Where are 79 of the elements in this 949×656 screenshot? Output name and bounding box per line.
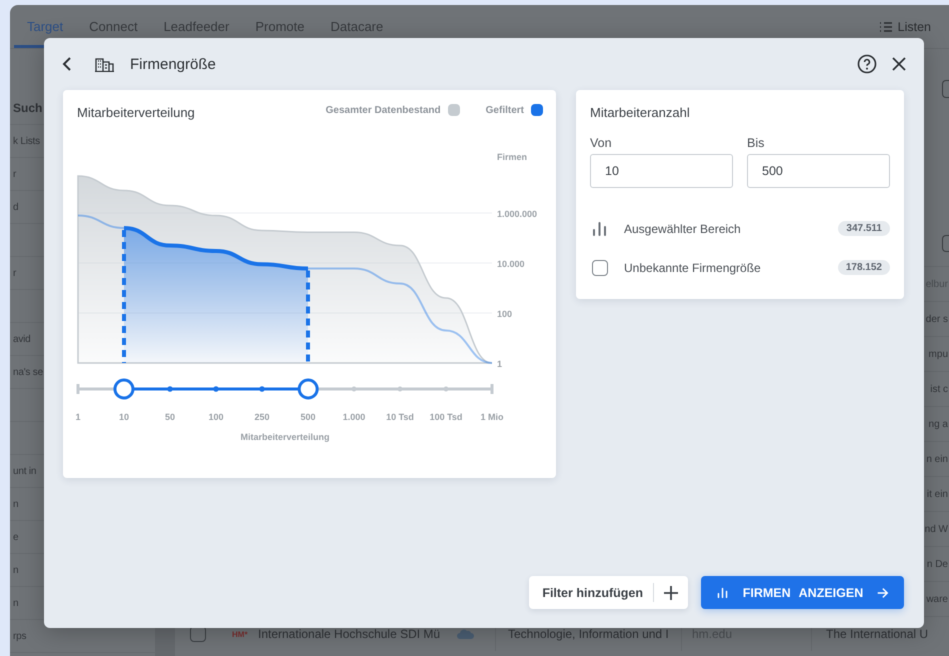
sidebar-item[interactable]: e bbox=[13, 532, 18, 542]
tab[interactable]: Promote bbox=[242, 5, 318, 48]
table-cell: it ein bbox=[926, 488, 949, 500]
toolbar-button[interactable] bbox=[942, 80, 949, 98]
row-label: Unbekannte Firmengröße bbox=[624, 260, 761, 274]
axis-tick-label: 500 bbox=[300, 412, 316, 422]
company-logo: HM* bbox=[232, 630, 248, 638]
axis-tick-label: 1.000.000 bbox=[497, 209, 538, 219]
table-cell: Technologie, Information und I bbox=[508, 627, 669, 641]
table-cell: Internationale Hochschule SDI Mü bbox=[258, 627, 440, 641]
tab[interactable]: Leadfeeder bbox=[150, 5, 242, 48]
building-icon bbox=[95, 56, 114, 72]
checkbox[interactable] bbox=[592, 260, 608, 276]
help-button[interactable] bbox=[855, 52, 879, 76]
sidebar-item[interactable]: n bbox=[13, 498, 18, 510]
axis-tick-label: 1.000 bbox=[342, 412, 366, 422]
legend-label: Gesamter Datenbestand bbox=[326, 104, 441, 116]
lists-button[interactable]: Listen bbox=[872, 5, 937, 48]
sidebar-item[interactable]: r bbox=[13, 168, 16, 180]
count-badge: 178.152 bbox=[838, 260, 890, 275]
sidebar-item[interactable]: n bbox=[13, 598, 18, 608]
table-cell: n De bbox=[926, 558, 949, 570]
add-filter-button[interactable]: Filter hinzufügen bbox=[529, 576, 653, 609]
axis-tick-label: 10 bbox=[119, 412, 129, 422]
table-cell: ware bbox=[926, 594, 949, 604]
count-badge: 347.511 bbox=[838, 221, 890, 236]
axis-tick-label: 1 Mio bbox=[480, 412, 504, 422]
sidebar-item[interactable]: na's se bbox=[13, 366, 43, 378]
close-icon bbox=[892, 57, 906, 71]
input-field[interactable]: 500 bbox=[747, 154, 890, 188]
input-field[interactable]: 10 bbox=[590, 154, 733, 188]
dialog-title: Firmengröße bbox=[130, 56, 216, 72]
sidebar-item[interactable]: unt in bbox=[13, 466, 36, 476]
table-cell: der s bbox=[926, 314, 949, 324]
axis-tick-label: 100 Tsd bbox=[430, 412, 462, 422]
sidebar-item[interactable]: d bbox=[13, 202, 18, 212]
help-icon bbox=[857, 54, 877, 74]
card-title: Mitarbeiteranzahl bbox=[590, 104, 691, 122]
cloud-icon bbox=[456, 628, 474, 640]
axis-tick-label: 10 Tsd bbox=[386, 412, 414, 422]
table-cell: ist c bbox=[930, 384, 949, 394]
chevron-left-icon bbox=[62, 56, 72, 72]
axis-tick-label: 1 bbox=[497, 359, 502, 369]
close-button[interactable] bbox=[890, 55, 908, 73]
axis-tick-label: 1 bbox=[76, 412, 80, 422]
bar-chart-icon bbox=[592, 220, 608, 236]
table-cell: mpu bbox=[928, 348, 949, 360]
table-cell: nd W bbox=[924, 524, 949, 534]
tab[interactable]: Datacare bbox=[317, 5, 396, 48]
sidebar-item[interactable]: k Lists bbox=[13, 136, 40, 146]
axis-title: Mitarbeiterverteilung bbox=[240, 432, 330, 442]
card-title: Mitarbeiterverteilung bbox=[77, 104, 195, 122]
row-label: Ausgewählter Bereich bbox=[624, 222, 741, 236]
show-companies-button[interactable]: FIRMEN ANZEIGEN bbox=[701, 576, 904, 609]
axis-tick-label: 50 bbox=[165, 412, 175, 422]
table-cell: The International U bbox=[826, 627, 928, 641]
toolbar-button[interactable] bbox=[942, 235, 949, 252]
axis-title: Firmen bbox=[497, 152, 528, 162]
list-icon bbox=[878, 20, 893, 32]
field-label: Bis bbox=[747, 136, 766, 150]
axis-tick-label: 250 bbox=[254, 412, 270, 422]
sidebar-item[interactable]: n bbox=[13, 564, 18, 576]
axis-tick-label: 100 bbox=[208, 412, 224, 422]
table-cell: n ein bbox=[926, 454, 949, 464]
sidebar-heading: Such bbox=[13, 101, 42, 115]
slider-thumb[interactable] bbox=[113, 378, 134, 400]
plus-icon bbox=[664, 586, 678, 600]
sidebar-item[interactable]: r bbox=[13, 268, 16, 278]
sidebar-item[interactable]: rps bbox=[13, 630, 26, 642]
axis-tick-label: 10.000 bbox=[497, 259, 525, 269]
legend-label: Gefiltert bbox=[486, 104, 524, 116]
sidebar-item[interactable]: avid bbox=[13, 334, 31, 344]
tab[interactable]: Connect bbox=[76, 5, 151, 48]
axis-tick-label: 100 bbox=[497, 309, 512, 319]
arrow-right-icon bbox=[877, 586, 889, 600]
slider-track[interactable] bbox=[76, 378, 494, 400]
field-label: Von bbox=[590, 136, 613, 150]
slider-thumb[interactable] bbox=[298, 378, 319, 400]
table-cell: ng a bbox=[928, 418, 949, 430]
